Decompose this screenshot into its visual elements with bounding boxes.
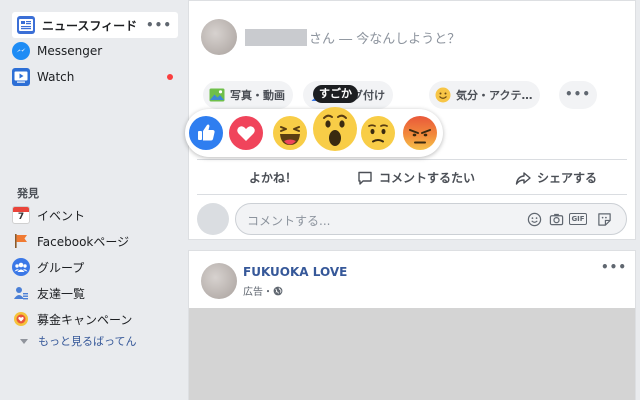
sidebar-item-label: Messenger [37, 44, 103, 58]
wow-reaction-icon[interactable] [313, 107, 357, 151]
sidebar-item-news-feed[interactable]: ニュースフィード ••• [12, 12, 178, 38]
like-label: よかね！ [249, 171, 298, 185]
camera-icon[interactable] [548, 211, 564, 227]
comment-label: コメントするたい [379, 171, 476, 185]
sponsored-label[interactable]: 広告・ [243, 283, 273, 298]
sidebar-item-friends-list[interactable]: 友達一覧 [12, 282, 85, 304]
share-button[interactable]: シェアする [515, 169, 597, 186]
photo-icon [209, 87, 225, 103]
reaction-tooltip: すごか [313, 85, 358, 103]
sidebar-item-label: イベント [37, 208, 86, 223]
calendar-icon: 7 [12, 206, 30, 224]
feeling-icon [435, 87, 451, 103]
sidebar-item-groups[interactable]: グループ [12, 256, 84, 278]
sidebar-item-pages[interactable]: Facebookページ [12, 230, 129, 252]
groups-icon [12, 258, 30, 276]
comment-input[interactable]: コメントする... GIF [235, 203, 627, 235]
composer-prompt[interactable]: さん ― 今なんしようと？ [309, 28, 460, 47]
avatar[interactable] [201, 19, 237, 55]
messenger-icon [12, 42, 30, 60]
sad-reaction-icon[interactable] [361, 116, 395, 150]
redacted-name [245, 29, 307, 46]
haha-reaction-icon[interactable] [273, 116, 307, 150]
chevron-down-icon [20, 338, 28, 344]
like-reaction-icon[interactable] [189, 116, 223, 150]
divider [197, 194, 627, 195]
post-meta: 広告・ [243, 283, 283, 298]
sidebar-item-label: グループ [37, 260, 85, 275]
explore-section-title: 発見 [17, 187, 39, 200]
page-name-link[interactable]: FUKUOKA LOVE [243, 265, 347, 279]
avatar [197, 203, 229, 235]
sidebar-item-events[interactable]: 7 イベント [12, 204, 85, 226]
comment-icon [357, 170, 373, 186]
share-icon [515, 170, 531, 186]
notification-dot [167, 74, 173, 80]
more-options-button[interactable]: ••• [559, 81, 597, 109]
avatar[interactable] [201, 263, 237, 299]
love-reaction-icon[interactable] [229, 116, 263, 150]
feeling-activity-label: 気分・アクテ… [456, 89, 533, 102]
gif-icon[interactable]: GIF [569, 211, 587, 227]
sidebar-item-messenger[interactable]: Messenger [12, 40, 102, 62]
post-image[interactable] [189, 308, 635, 400]
news-feed-icon [17, 16, 35, 34]
photo-video-button[interactable]: 写真・動画 [203, 81, 293, 109]
like-button[interactable]: よかね！ [249, 169, 297, 186]
sticker-icon[interactable] [596, 211, 612, 227]
more-options-icon[interactable]: ••• [146, 18, 172, 32]
globe-icon [273, 286, 283, 296]
sidebar-item-label: Facebookページ [37, 234, 130, 249]
photo-video-label: 写真・動画 [230, 89, 285, 102]
friends-list-icon [12, 284, 30, 302]
flag-icon [12, 232, 30, 250]
share-label: シェアする [537, 171, 598, 185]
sidebar-item-fundraisers[interactable]: 募金キャンペーン [12, 308, 132, 330]
fundraiser-icon [12, 310, 30, 328]
sidebar-item-label: ニュースフィード [42, 18, 138, 33]
see-more-link[interactable]: もっと見るばってん [20, 333, 136, 349]
sidebar-item-label: 友達一覧 [37, 286, 86, 301]
comment-placeholder: コメントする... [247, 214, 331, 228]
sponsored-post: FUKUOKA LOVE 広告・ ••• [188, 250, 636, 400]
reactions-picker [185, 107, 443, 157]
feeling-activity-button[interactable]: 気分・アクテ… [429, 81, 541, 109]
comment-button[interactable]: コメントするたい [357, 169, 475, 186]
emoji-icon[interactable] [526, 211, 542, 227]
sidebar-item-label: 募金キャンペーン [37, 312, 133, 327]
divider [197, 159, 627, 160]
sidebar-item-watch[interactable]: Watch [12, 66, 74, 88]
see-more-label: もっと見るばってん [38, 335, 137, 348]
left-sidebar: ニュースフィード ••• Messenger Watch 発見 7 イベント F… [0, 0, 186, 400]
post-options-icon[interactable]: ••• [601, 260, 627, 274]
watch-icon [12, 68, 30, 86]
sidebar-item-label: Watch [37, 70, 75, 84]
angry-reaction-icon[interactable] [403, 116, 437, 150]
